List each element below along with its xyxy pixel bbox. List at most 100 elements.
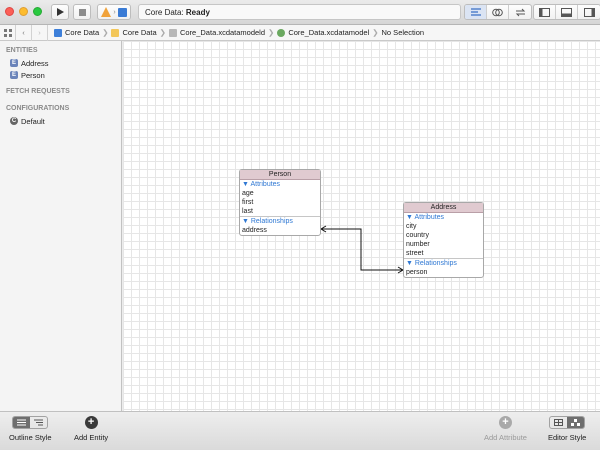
activity-prefix: Core Data: (145, 8, 186, 17)
table-icon (554, 419, 564, 426)
sidebar-item-person[interactable]: E Person (0, 69, 121, 81)
folder-icon (111, 28, 120, 37)
hierarchy-button[interactable] (30, 417, 47, 428)
zoom-window-button[interactable] (33, 7, 42, 16)
add-attribute-button[interactable]: + Add Attribute (484, 416, 527, 442)
stop-icon (78, 8, 86, 16)
play-icon (57, 8, 64, 16)
attribute-row[interactable]: city (404, 222, 483, 231)
relationship-row[interactable]: address (240, 226, 320, 235)
version-editor-button[interactable] (509, 5, 531, 19)
breadcrumb-group[interactable]: Core Data (111, 28, 157, 37)
toggle-navigator-button[interactable] (534, 5, 556, 19)
run-button[interactable] (51, 4, 69, 20)
relationships-group-toggle[interactable]: ▼ Relationships (240, 217, 320, 226)
app-target-icon (101, 7, 112, 17)
sidebar-item-label: Address (21, 58, 49, 68)
entity-title: Person (240, 170, 320, 180)
breadcrumb-model-bundle[interactable]: Core_Data.xcdatamodeld (168, 28, 266, 37)
attributes-group-toggle[interactable]: ▼ Attributes (240, 180, 320, 189)
back-button[interactable]: ‹ (16, 24, 32, 41)
attribute-row[interactable]: first (240, 198, 320, 207)
relationship-connector (320, 225, 404, 274)
grid-icon (3, 28, 12, 37)
minimize-window-button[interactable] (19, 7, 28, 16)
breadcrumb-label: Core_Data.xcdatamodel (288, 28, 370, 37)
editor-mode-segment (464, 4, 532, 20)
outline-style-label: Outline Style (9, 433, 52, 442)
entity-address[interactable]: Address ▼ Attributes city country number… (403, 202, 484, 278)
add-entity-label: Add Entity (74, 433, 109, 442)
forward-button[interactable]: › (32, 24, 48, 41)
outline-style-control: Outline Style (9, 416, 52, 442)
add-icon: + (84, 416, 98, 429)
outline-style-segment (12, 416, 49, 429)
device-icon (117, 7, 127, 17)
sidebar-item-label: Person (21, 70, 45, 80)
breadcrumb: Core Data ❯ Core Data ❯ Core_Data.xcdata… (48, 28, 424, 37)
entity-title: Address (404, 203, 483, 213)
add-attribute-label: Add Attribute (484, 433, 527, 442)
add-entity-button[interactable]: + Add Entity (74, 416, 108, 442)
breadcrumb-label: No Selection (381, 28, 425, 37)
add-icon: + (498, 416, 512, 429)
editor-bottom-bar: Outline Style + Add Entity + Add Attribu… (0, 411, 600, 450)
stop-button[interactable] (73, 4, 91, 20)
chevron-right-icon: ❯ (372, 28, 379, 37)
toggle-debug-area-button[interactable] (556, 5, 578, 19)
project-icon (54, 28, 62, 37)
breadcrumb-model[interactable]: Core_Data.xcdatamodel (277, 28, 369, 37)
attribute-row[interactable]: age (240, 189, 320, 198)
breadcrumb-selection[interactable]: No Selection (382, 28, 425, 37)
sidebar-item-label: Default (21, 116, 45, 126)
flat-list-button[interactable] (13, 417, 31, 428)
chevron-right-icon: ❯ (102, 28, 109, 37)
related-items-button[interactable] (0, 24, 16, 41)
breadcrumb-label: Core Data (65, 28, 100, 37)
assistant-editor-button[interactable] (487, 5, 509, 19)
entity-icon: E (10, 71, 18, 79)
chevron-right-icon: ❯ (159, 28, 166, 37)
fetch-requests-section-header: FETCH REQUESTS (6, 88, 70, 95)
chevron-right-icon: › (113, 8, 116, 16)
graph-style-button[interactable] (567, 417, 585, 428)
configuration-icon: C (10, 117, 18, 125)
chevron-right-icon: ❯ (268, 28, 275, 37)
breadcrumb-project[interactable]: Core Data (54, 28, 99, 37)
sidebar-item-address[interactable]: E Address (0, 57, 121, 69)
left-panel-icon (539, 7, 550, 17)
attribute-row[interactable]: last (240, 207, 320, 216)
chevron-left-icon: ‹ (22, 28, 25, 37)
close-window-button[interactable] (5, 7, 14, 16)
entity-person[interactable]: Person ▼ Attributes age first last ▼ Rel… (239, 169, 321, 236)
entity-icon: E (10, 59, 18, 67)
list-icon (17, 419, 27, 426)
attributes-group-toggle[interactable]: ▼ Attributes (404, 213, 483, 222)
graph-icon (571, 419, 581, 426)
view-toggle-segment (533, 4, 600, 20)
toggle-utilities-button[interactable] (578, 5, 600, 19)
data-model-bundle-icon (168, 28, 177, 37)
relationships-group-toggle[interactable]: ▼ Relationships (404, 259, 483, 268)
editor-style-segment (549, 416, 586, 429)
activity-viewer: Core Data: Ready (138, 4, 461, 20)
editor-style-control: Editor Style (548, 416, 586, 442)
model-graph-canvas[interactable]: Person ▼ Attributes age first last ▼ Rel… (123, 41, 600, 411)
entities-section-header: ENTITIES (6, 47, 38, 54)
table-style-button[interactable] (550, 417, 567, 428)
attribute-row[interactable]: number (404, 240, 483, 249)
activity-status: Ready (185, 8, 210, 17)
configurations-section-header: CONFIGURATIONS (6, 105, 70, 112)
attribute-row[interactable]: country (404, 231, 483, 240)
breadcrumb-label: Core_Data.xcdatamodeld (179, 28, 266, 37)
editor-style-label: Editor Style (548, 433, 587, 442)
text-align-icon (470, 7, 481, 16)
standard-editor-button[interactable] (465, 5, 487, 19)
relationship-row[interactable]: person (404, 268, 483, 277)
chevron-right-icon: › (38, 28, 41, 37)
entity-outline-sidebar: ENTITIES E Address E Person FETCH REQUES… (0, 41, 122, 411)
jump-bar: ‹ › Core Data ❯ Core Data ❯ Core_Data.xc… (0, 24, 600, 41)
scheme-selector[interactable]: › (97, 4, 131, 20)
attribute-row[interactable]: street (404, 249, 483, 258)
sidebar-item-default[interactable]: C Default (0, 115, 121, 127)
